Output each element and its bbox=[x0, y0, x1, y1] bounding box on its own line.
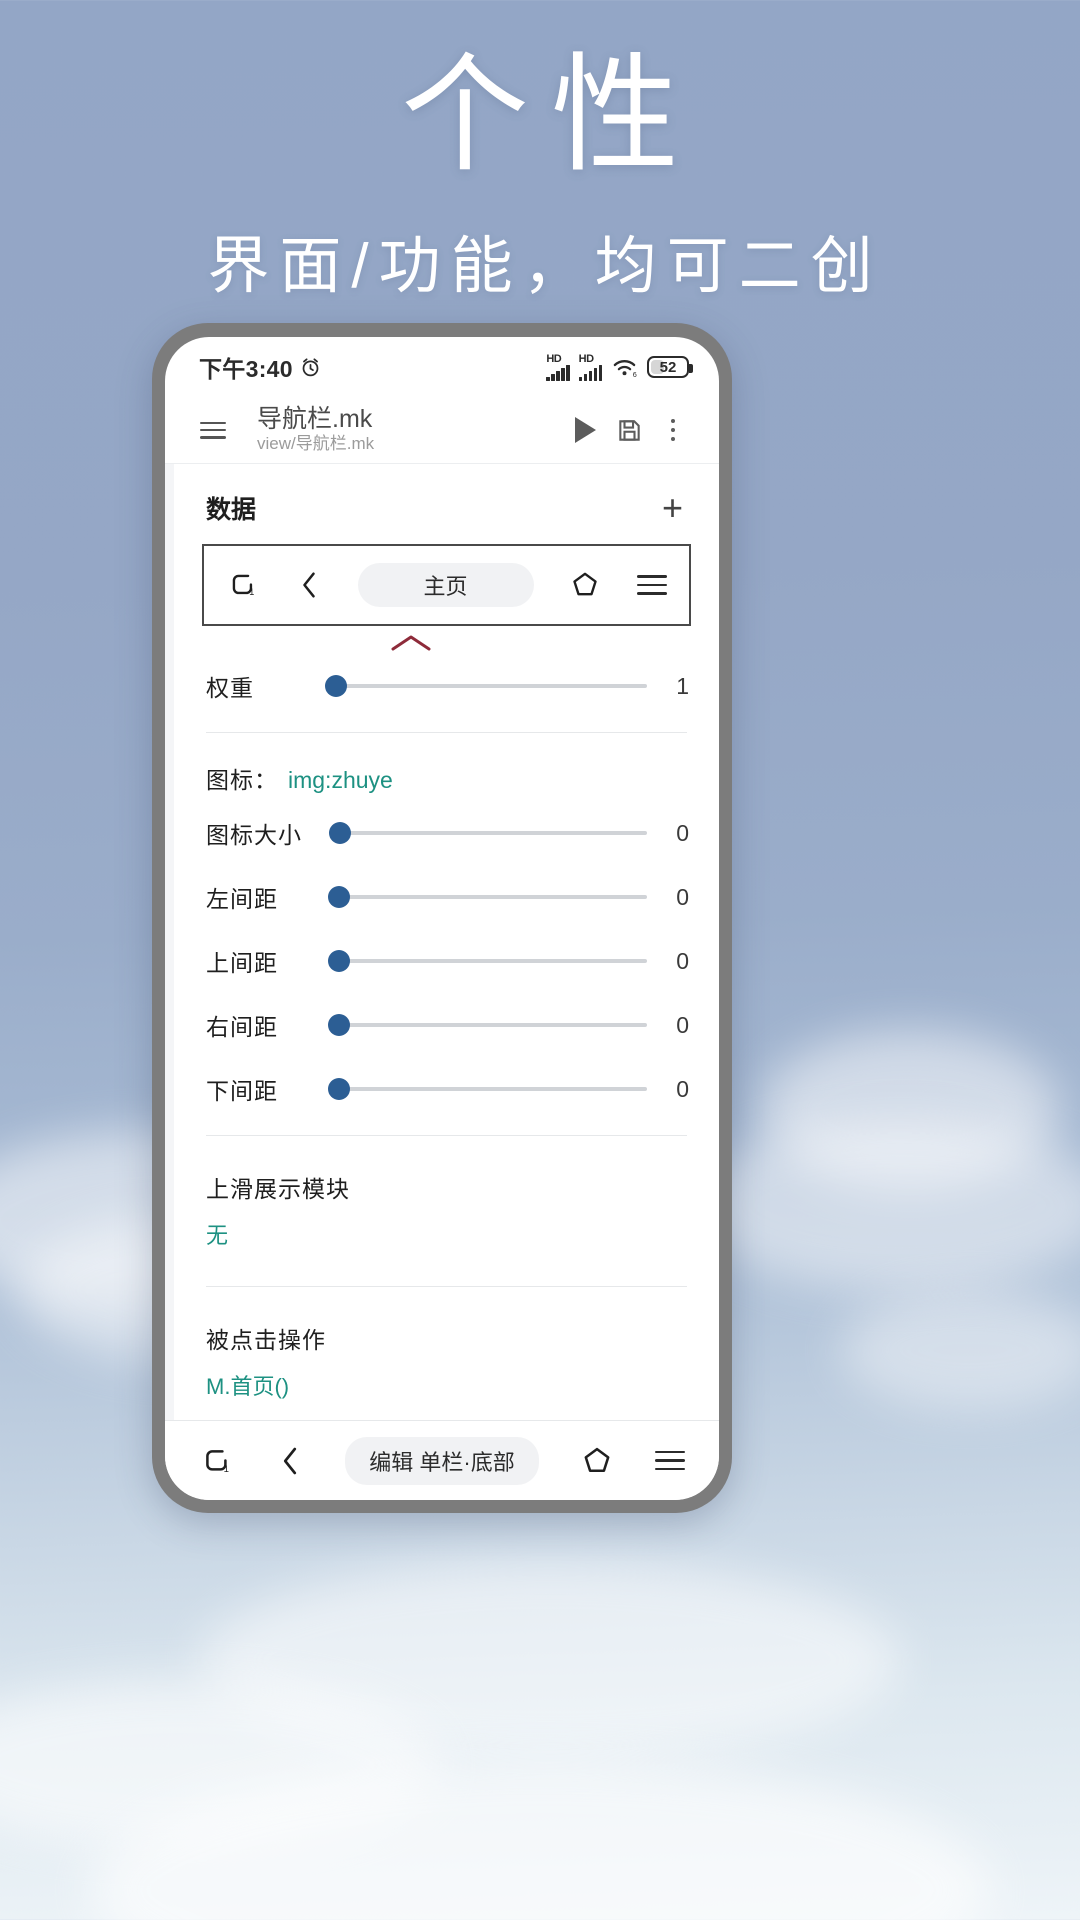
scroll-indicator[interactable] bbox=[165, 464, 174, 1420]
slider-thumb[interactable] bbox=[327, 886, 350, 908]
wifi-icon: 6 bbox=[613, 359, 637, 378]
bottom-nav-pill-label: 编辑 单栏·底部 bbox=[369, 1449, 515, 1475]
status-bar-left: 下午3:40 bbox=[199, 350, 321, 384]
slider-value: 0 bbox=[676, 1011, 689, 1038]
home-shape-icon[interactable] bbox=[580, 1444, 614, 1478]
slider-label: 上间距 bbox=[206, 950, 278, 976]
block-value[interactable]: M.首页() bbox=[206, 1369, 687, 1401]
svg-text:1: 1 bbox=[224, 1463, 229, 1474]
home-pill-label: 主页 bbox=[357, 563, 534, 607]
slider-row[interactable]: 下间距 0 bbox=[174, 1057, 719, 1121]
swipe-module-block[interactable]: 上滑展示模块 无 bbox=[174, 1150, 719, 1272]
play-icon[interactable] bbox=[563, 408, 607, 452]
slider-value: 0 bbox=[676, 1075, 689, 1102]
nav-preview-box[interactable]: 1 主页 bbox=[202, 544, 691, 626]
slider-value: 0 bbox=[676, 947, 689, 974]
signal-icon-2: HD bbox=[578, 353, 602, 381]
slider-row[interactable]: 权重 1 bbox=[174, 654, 719, 718]
battery-indicator: 52 bbox=[647, 356, 693, 378]
app-bar: 导航栏.mk view/导航栏.mk bbox=[165, 397, 719, 463]
slider-row[interactable]: 上间距 0 bbox=[174, 929, 719, 993]
slider-label: 权重 bbox=[206, 675, 254, 701]
bottom-navigation-bar: 1 编辑 单栏·底部 bbox=[165, 1420, 719, 1500]
slider-value: 1 bbox=[676, 672, 689, 699]
icon-field-value[interactable]: img:zhuye bbox=[288, 767, 393, 794]
slider-thumb[interactable] bbox=[324, 675, 347, 697]
slider-value: 0 bbox=[676, 883, 689, 910]
slider-track[interactable] bbox=[327, 1078, 647, 1100]
caret-up-icon bbox=[391, 635, 430, 651]
slider-label: 下间距 bbox=[206, 1078, 278, 1104]
click-action-block[interactable]: 被点击操作 M.首页() bbox=[174, 1301, 719, 1420]
divider bbox=[206, 1286, 687, 1287]
svg-text:1: 1 bbox=[249, 587, 254, 597]
slider-label: 图标大小 bbox=[206, 822, 302, 848]
selected-marker bbox=[174, 632, 719, 654]
slider-track[interactable] bbox=[324, 675, 647, 697]
svg-text:6: 6 bbox=[633, 369, 637, 377]
block-title: 上滑展示模块 bbox=[206, 1176, 350, 1202]
slider-track[interactable] bbox=[327, 1014, 647, 1036]
slider-label: 左间距 bbox=[206, 886, 278, 912]
back-icon[interactable] bbox=[296, 568, 322, 602]
bottom-nav-pill[interactable]: 编辑 单栏·底部 bbox=[345, 1436, 539, 1485]
phone-frame: 下午3:40 HD HD 6 52 导航栏.mk view/导航栏.mk 数据 … bbox=[152, 323, 732, 1513]
promo-headline: 个性 bbox=[400, 44, 701, 187]
home-pill[interactable]: 主页 bbox=[357, 563, 534, 607]
recents-icon[interactable]: 1 bbox=[226, 568, 260, 602]
alarm-clock-icon bbox=[302, 357, 319, 376]
back-icon[interactable] bbox=[276, 1443, 304, 1479]
block-title: 被点击操作 bbox=[206, 1327, 326, 1353]
icon-field[interactable]: 图标： img:zhuye bbox=[174, 747, 719, 801]
slider-track[interactable] bbox=[327, 886, 647, 908]
slider-thumb[interactable] bbox=[327, 1014, 350, 1036]
slider-thumb[interactable] bbox=[327, 1078, 350, 1100]
phone-screen: 下午3:40 HD HD 6 52 导航栏.mk view/导航栏.mk 数据 … bbox=[165, 337, 719, 1500]
save-disk-icon[interactable] bbox=[607, 408, 651, 452]
cloud-decoration bbox=[840, 1290, 1080, 1410]
status-time: 下午3:40 bbox=[199, 356, 293, 382]
cloud-decoration bbox=[690, 1120, 1080, 1290]
promo-subheadline: 界面/功能，均可二创 bbox=[207, 232, 883, 301]
slider-value: 0 bbox=[676, 819, 689, 846]
menu-icon[interactable] bbox=[654, 1450, 685, 1471]
home-shape-icon[interactable] bbox=[569, 569, 601, 601]
slider-track[interactable] bbox=[327, 950, 647, 972]
slider-thumb[interactable] bbox=[329, 822, 352, 844]
status-bar: 下午3:40 HD HD 6 52 bbox=[165, 337, 719, 397]
slider-label: 右间距 bbox=[206, 1014, 278, 1040]
hamburger-menu-icon[interactable] bbox=[191, 408, 235, 452]
file-title: 导航栏.mk bbox=[257, 405, 373, 434]
slider-thumb[interactable] bbox=[327, 950, 350, 972]
settings-list: 数据 + 1 主页 权重 1 图标： img:zhuye 图标大小 0 左间距 … bbox=[174, 464, 719, 1420]
divider bbox=[206, 732, 687, 733]
status-bar-right: HD HD 6 52 bbox=[546, 353, 693, 381]
content-area: 数据 + 1 主页 权重 1 图标： img:zhuye 图标大小 0 左间距 … bbox=[165, 463, 719, 1420]
add-button[interactable]: + bbox=[656, 490, 689, 526]
divider bbox=[206, 1135, 687, 1136]
signal-icon-1: HD bbox=[546, 353, 570, 381]
icon-field-key: 图标： bbox=[206, 767, 278, 793]
block-value[interactable]: 无 bbox=[206, 1218, 687, 1250]
section-title: 数据 bbox=[206, 496, 257, 524]
section-header: 数据 + bbox=[174, 464, 719, 544]
menu-icon[interactable] bbox=[637, 575, 667, 595]
app-bar-titles: 导航栏.mk view/导航栏.mk bbox=[235, 405, 563, 454]
file-path: view/导航栏.mk bbox=[257, 434, 375, 454]
more-vertical-icon[interactable] bbox=[651, 408, 695, 452]
slider-row[interactable]: 左间距 0 bbox=[174, 865, 719, 929]
slider-row[interactable]: 右间距 0 bbox=[174, 993, 719, 1057]
slider-track[interactable] bbox=[329, 822, 647, 844]
slider-row[interactable]: 图标大小 0 bbox=[174, 801, 719, 865]
recents-icon[interactable]: 1 bbox=[199, 1443, 235, 1479]
